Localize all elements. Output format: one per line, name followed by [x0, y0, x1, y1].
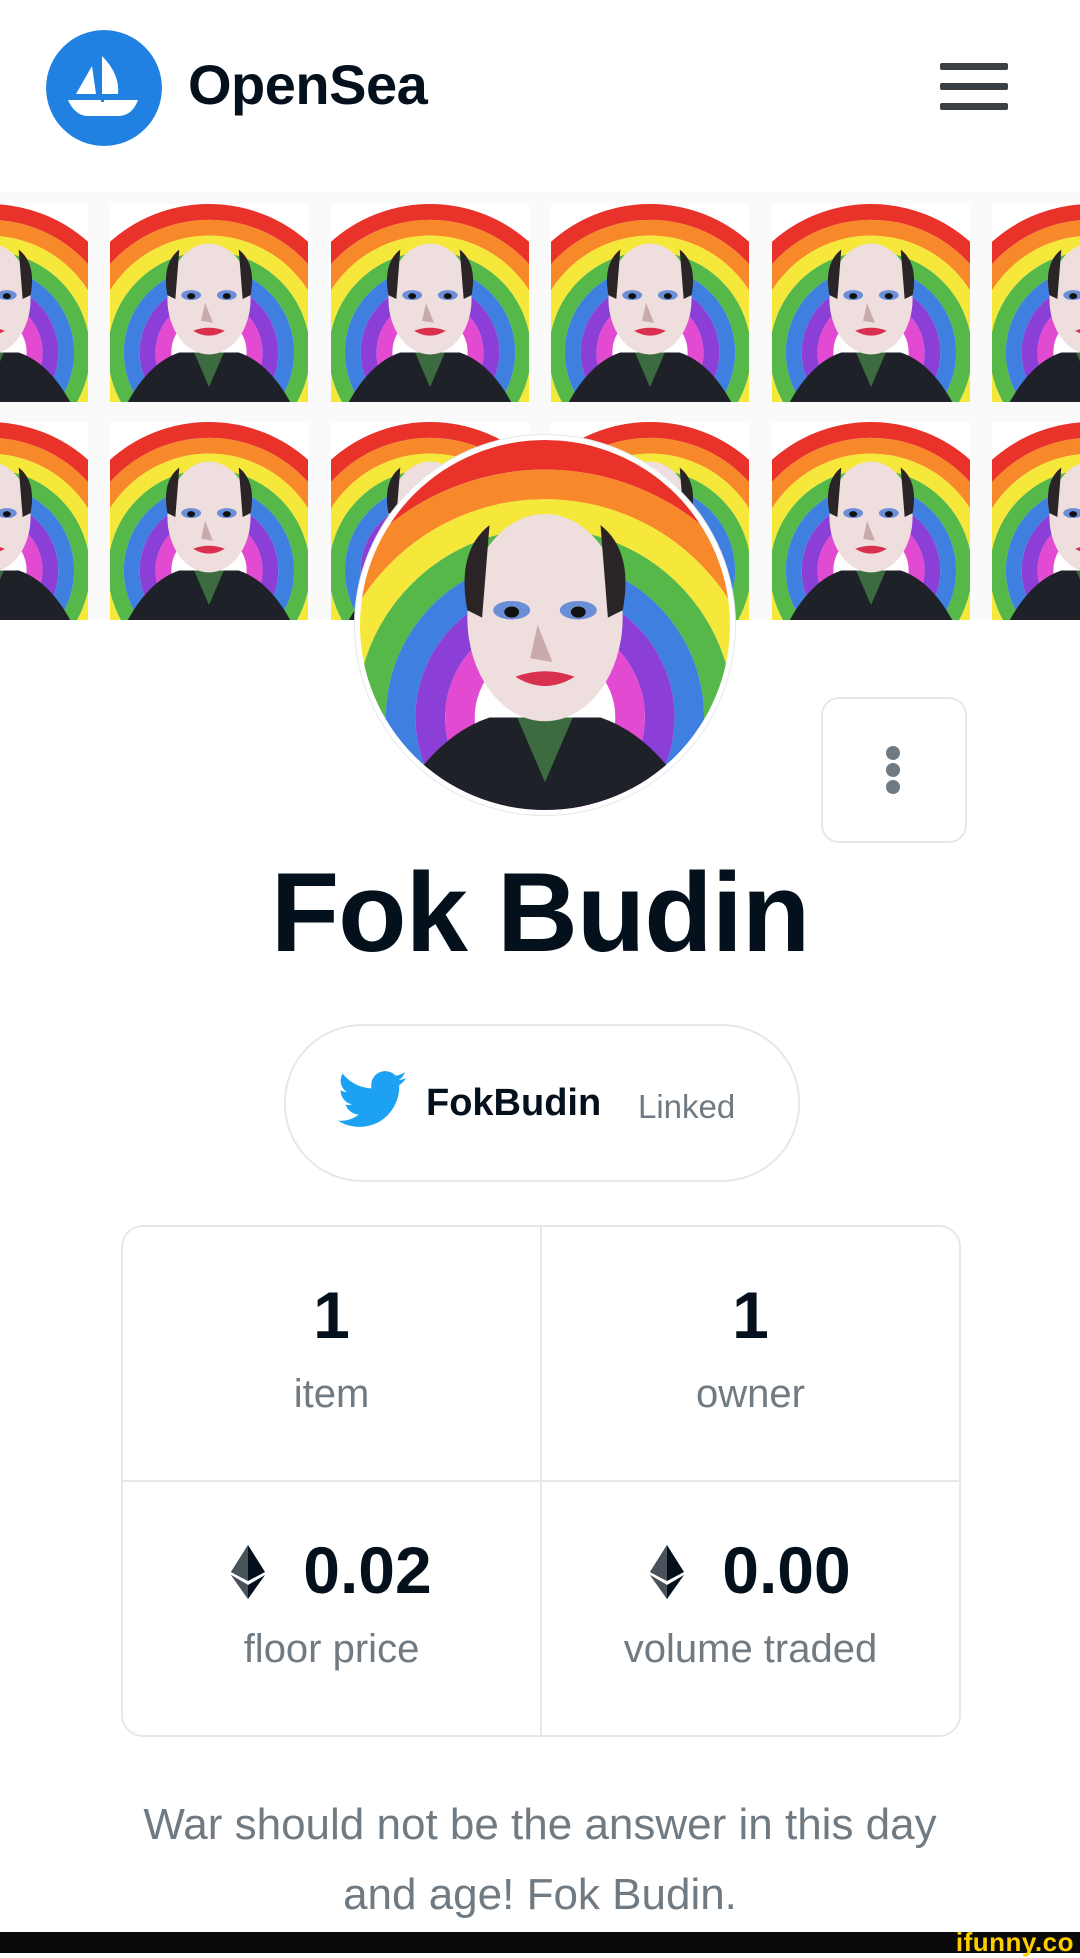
banner-tile [331, 204, 529, 402]
collection-stats: 1 item 1 owner 0.02 floor price 0.00 vol… [121, 1225, 961, 1737]
banner-tile [110, 204, 308, 402]
brand-name: OpenSea [188, 53, 428, 116]
bottom-bar [0, 1932, 1080, 1953]
banner-tile [0, 204, 88, 402]
banner-tile [551, 204, 749, 402]
description-line: and age! Fok Budin. [343, 1870, 737, 1919]
ethereum-icon [650, 1545, 684, 1599]
stat-value: 0.02 [303, 1533, 432, 1607]
ethereum-icon [231, 1545, 265, 1599]
twitter-linked-status: Linked [638, 1088, 736, 1125]
stat-owners[interactable]: 1 owner [542, 1227, 959, 1480]
profile-description: War should not be the answer in this day… [40, 1790, 1040, 1930]
top-navbar: OpenSea [0, 0, 1080, 193]
stat-label: item [293, 1372, 370, 1416]
twitter-bird-icon [338, 1071, 407, 1127]
opensea-ship-icon [46, 30, 162, 146]
watermark: ifunny.co [955, 1927, 1074, 1957]
more-options-button[interactable] [821, 697, 967, 843]
banner-tile [0, 422, 88, 620]
twitter-handle: FokBudin [426, 1082, 602, 1124]
stat-value: 0.00 [722, 1533, 851, 1607]
stat-items[interactable]: 1 item [123, 1227, 540, 1480]
stat-volume-traded[interactable]: 0.00 volume traded [542, 1482, 959, 1735]
twitter-link-button[interactable]: FokBudin Linked [284, 1024, 800, 1182]
stat-floor-price[interactable]: 0.02 floor price [123, 1482, 540, 1735]
stat-value: 1 [732, 1278, 769, 1352]
profile-avatar [355, 435, 735, 815]
stat-label: floor price [243, 1627, 420, 1671]
stat-label: volume traded [623, 1627, 878, 1671]
stat-label: owner [696, 1372, 805, 1416]
banner-tile [992, 204, 1080, 402]
banner-tile [110, 422, 308, 620]
hamburger-menu-icon[interactable] [936, 60, 1012, 114]
stat-value-row: 0.02 [123, 1532, 540, 1608]
banner-tile [772, 204, 970, 402]
banner-tile [772, 422, 970, 620]
profile-name: Fok Budin [270, 850, 810, 975]
stat-value-row: 0.00 [542, 1532, 959, 1608]
avatar-image [360, 440, 730, 810]
description-line: War should not be the answer in this day [143, 1800, 937, 1849]
stat-value: 1 [313, 1278, 350, 1352]
banner-tile [992, 422, 1080, 620]
